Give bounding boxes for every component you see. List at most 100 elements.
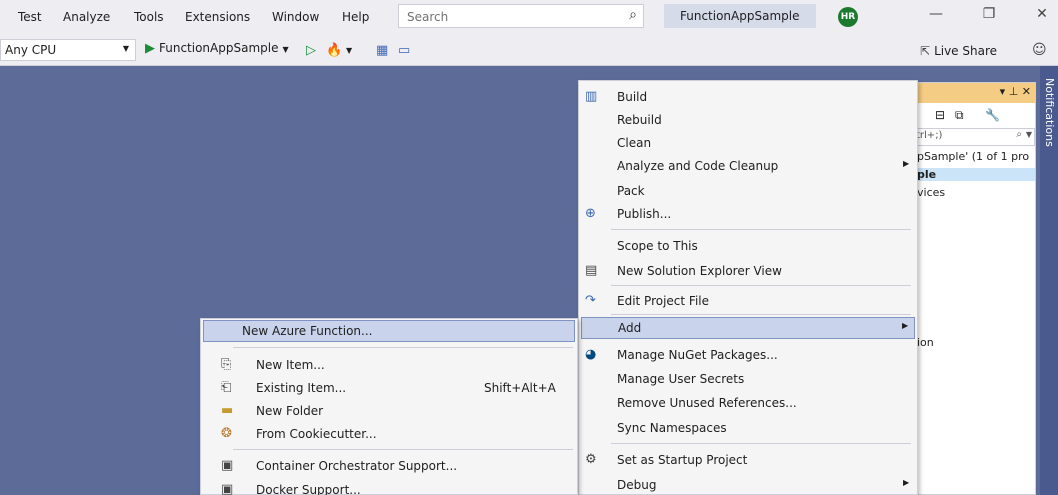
chevron-down-icon[interactable]: ▼ — [346, 46, 352, 55]
live-share-label: Live Share — [934, 44, 998, 58]
chevron-down-icon: ▼ — [282, 45, 289, 54]
minimize-icon[interactable]: — — [924, 6, 948, 28]
menu-item-publish[interactable]: ⊕ Publish... — [579, 203, 917, 225]
chevron-down-icon: ▼ — [122, 44, 129, 53]
menu-item-manage-nuget[interactable]: ◕ Manage NuGet Packages... — [579, 344, 917, 366]
platform-dropdown[interactable]: Any CPU ▼ — [0, 39, 136, 61]
menu-window[interactable]: Window — [272, 10, 319, 24]
menu-item-label: Docker Support... — [256, 483, 361, 495]
menu-item-label: Analyze and Code Cleanup — [617, 159, 779, 173]
menu-item-docker-support[interactable]: ▣ Docker Support... — [201, 479, 577, 495]
menu-item-label: From Cookiecutter... — [256, 427, 377, 441]
solution-explorer-panel: ▾ ⊥ ✕ ⊟ ⧉ 🔧 trl+;) ⌕ ▼ pSample' (1 of 1 … — [912, 82, 1036, 495]
menu-item-label: Rebuild — [617, 113, 662, 127]
menu-item-edit-project-file[interactable]: ↷ Edit Project File — [579, 290, 917, 312]
publish-globe-icon: ⊕ — [585, 206, 596, 221]
menu-item-label: Manage User Secrets — [617, 372, 745, 386]
new-view-icon: ▤ — [585, 263, 598, 278]
menu-item-label: Add — [618, 321, 642, 335]
menu-item-new-azure-function[interactable]: New Azure Function... — [203, 320, 575, 342]
menu-item-label: Sync Namespaces — [617, 421, 727, 435]
menu-separator — [611, 314, 911, 315]
menu-item-remove-unused-refs[interactable]: Remove Unused References... — [579, 392, 917, 414]
menu-tools[interactable]: Tools — [134, 10, 164, 24]
menu-item-label: Scope to This — [617, 239, 698, 253]
start-without-debugging-icon[interactable]: ▷ — [306, 43, 316, 58]
chevron-down-icon: ▼ — [1025, 130, 1032, 139]
tree-row-solution[interactable]: pSample' (1 of 1 pro — [917, 150, 1035, 163]
play-icon: ▶ — [145, 41, 155, 56]
run-button[interactable]: ▶ FunctionAppSample ▼ — [145, 41, 289, 56]
menu-item-scope-to-this[interactable]: Scope to This — [579, 235, 917, 257]
menu-item-rebuild[interactable]: Rebuild — [579, 109, 917, 131]
properties-wrench-icon[interactable]: 🔧 — [985, 108, 1000, 122]
menu-item-set-startup[interactable]: ⚙ Set as Startup Project — [579, 449, 917, 471]
feedback-icon[interactable]: ☺ — [1032, 42, 1047, 58]
menu-item-new-folder[interactable]: ▬ New Folder — [201, 400, 577, 422]
menu-separator — [233, 449, 573, 450]
collapse-all-icon[interactable]: ⊟ — [935, 108, 945, 122]
menu-item-add[interactable]: Add ▶ — [581, 317, 915, 339]
avatar[interactable]: HR — [838, 7, 858, 27]
search-input[interactable]: Search ⌕ — [398, 4, 644, 28]
menu-item-sync-namespaces[interactable]: Sync Namespaces — [579, 417, 917, 439]
menu-item-build[interactable]: ▥ Build — [579, 86, 917, 108]
menu-item-label: New Azure Function... — [242, 324, 373, 338]
share-icon: ⇱ — [920, 44, 931, 58]
menu-analyze[interactable]: Analyze — [63, 10, 110, 24]
menu-separator — [611, 229, 911, 230]
menu-test[interactable]: Test — [18, 10, 42, 24]
cookiecutter-icon: ❂ — [221, 426, 232, 441]
menu-item-existing-item[interactable]: ⎗ Existing Item... Shift+Alt+A — [201, 377, 577, 399]
menu-separator — [611, 443, 911, 444]
menu-item-label: Debug — [617, 478, 657, 492]
menu-item-debug[interactable]: Debug ▶ — [579, 474, 917, 495]
menu-item-clean[interactable]: Clean — [579, 132, 917, 154]
panel-controls[interactable]: ▾ ⊥ ✕ — [1000, 85, 1031, 98]
browse-icon[interactable]: ▦ — [376, 43, 388, 58]
notifications-label: Notifications — [1043, 78, 1056, 147]
submenu-arrow-icon: ▶ — [903, 159, 910, 168]
nuget-icon: ◕ — [585, 347, 597, 362]
new-item-icon: ⎘ — [221, 357, 232, 372]
menu-item-from-cookiecutter[interactable]: ❂ From Cookiecutter... — [201, 423, 577, 445]
submenu-arrow-icon: ▶ — [903, 478, 910, 487]
show-all-files-icon[interactable]: ⧉ — [955, 108, 964, 123]
menu-help[interactable]: Help — [342, 10, 369, 24]
menu-item-label: Publish... — [617, 207, 672, 221]
menu-item-label: Pack — [617, 184, 645, 198]
tree-row-partial[interactable]: ion — [917, 336, 1035, 349]
menu-item-label: Edit Project File — [617, 294, 710, 308]
menu-item-manage-user-secrets[interactable]: Manage User Secrets — [579, 368, 917, 390]
submenu-arrow-icon: ▶ — [902, 321, 909, 330]
tree-row-services[interactable]: vices — [917, 186, 1035, 199]
hot-reload-icon[interactable]: 🔥 — [326, 43, 342, 58]
menu-item-new-item[interactable]: ⎘ New Item... — [201, 354, 577, 376]
search-icon: ⌕ — [1016, 129, 1022, 140]
window-layout-icon[interactable]: ▭ — [398, 43, 410, 58]
run-target-label: FunctionAppSample — [159, 41, 279, 55]
menu-extensions[interactable]: Extensions — [185, 10, 250, 24]
menu-separator — [233, 347, 573, 348]
menu-item-pack[interactable]: Pack — [579, 180, 917, 202]
solution-explorer-titlebar: ▾ ⊥ ✕ — [913, 83, 1035, 103]
live-share-button[interactable]: ⇱ Live Share — [920, 44, 997, 58]
menu-item-new-se-view[interactable]: ▤ New Solution Explorer View — [579, 260, 917, 282]
menu-item-label: New Solution Explorer View — [617, 264, 782, 278]
docker-icon: ▣ — [221, 482, 234, 495]
folder-icon: ▬ — [221, 403, 234, 418]
project-context-menu: ▥ Build Rebuild Clean Analyze and Code C… — [578, 80, 918, 495]
menu-item-label: Remove Unused References... — [617, 396, 797, 410]
menu-item-label: New Item... — [256, 358, 325, 372]
build-icon: ▥ — [585, 89, 598, 104]
restore-icon[interactable]: ❐ — [977, 6, 1001, 28]
menu-item-container-orchestrator[interactable]: ▣ Container Orchestrator Support... — [201, 455, 577, 477]
menu-item-analyze-cleanup[interactable]: Analyze and Code Cleanup ▶ — [579, 155, 917, 177]
menu-item-label: Manage NuGet Packages... — [617, 348, 778, 362]
menu-bar: Test Analyze Tools Extensions Window Hel… — [0, 0, 1058, 34]
close-icon[interactable]: ✕ — [1030, 6, 1054, 28]
search-icon: ⌕ — [629, 7, 637, 23]
solution-explorer-search[interactable]: trl+;) ⌕ ▼ — [913, 128, 1035, 146]
tree-row-project[interactable]: ple — [917, 168, 1035, 181]
notifications-strip[interactable]: Notifications — [1040, 66, 1058, 495]
